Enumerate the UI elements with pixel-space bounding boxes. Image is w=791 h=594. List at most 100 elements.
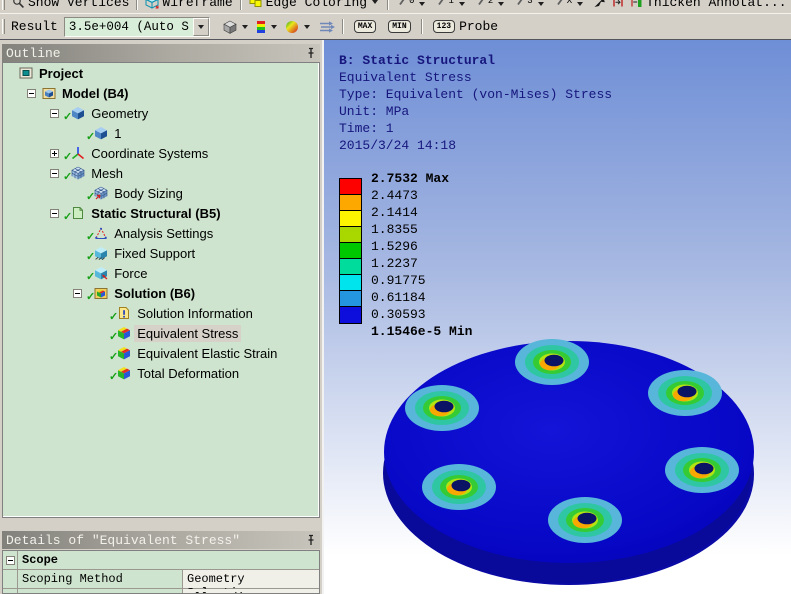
min-probe-button[interactable]: MIN: [382, 20, 416, 33]
tree-item-project[interactable]: Project: [3, 63, 319, 83]
tree-item-force[interactable]: ✓ Force: [3, 263, 319, 283]
toolbar-grip[interactable]: [2, 19, 5, 34]
tree-item-analysis-settings[interactable]: ✓ Analysis Settings: [3, 223, 319, 243]
chevron-down-icon: [270, 24, 277, 29]
details-key: Scoping Method: [18, 570, 183, 588]
tree-item-geometry[interactable]: ✓ Geometry: [3, 103, 319, 123]
probe-button[interactable]: 123 Probe: [427, 19, 501, 34]
result-scale-combobox[interactable]: 3.5e+004 (Auto S: [63, 16, 210, 37]
check-icon: ✓: [109, 370, 119, 383]
thicken-annotations-label: Thicken Annotat...: [646, 0, 787, 10]
details-gutter: [3, 589, 18, 593]
pin-icon[interactable]: [306, 534, 316, 546]
details-row: Scope: [3, 551, 319, 570]
tree-item-total-deformation[interactable]: ✓ Total Deformation: [3, 363, 319, 383]
tree-item-equivalent-stress[interactable]: ✓ Equivalent Stress: [3, 323, 319, 343]
details-value[interactable]: Geometry Selection: [183, 570, 319, 593]
edge-coloring-button[interactable]: Edge Coloring: [246, 0, 383, 10]
edge-option-1-button[interactable]: 1: [434, 0, 469, 6]
tree-item-label: Model (B4): [62, 85, 129, 101]
solution-icon: [94, 286, 108, 300]
contour-display-button[interactable]: [282, 20, 315, 34]
plus-expander-icon[interactable]: [50, 148, 59, 158]
edge-option-3-button[interactable]: 3: [513, 0, 548, 6]
pen-icon: [516, 0, 526, 6]
tree-item-equivalent-elastic-strain[interactable]: ✓ Equivalent Elastic Strain: [3, 343, 319, 363]
bolt-hole-stress-spot: [422, 464, 496, 510]
toolbar-row-1: Show Vertices Wireframe Edge Coloring 0 1…: [0, 0, 791, 13]
edge-option-0-button[interactable]: 0: [395, 0, 430, 6]
outline-pane-header[interactable]: Outline: [2, 44, 320, 62]
minus-expander-icon[interactable]: [50, 168, 59, 178]
legend-label: 2.7532 Max: [371, 171, 450, 186]
details-pane: Details of "Equivalent Stress" Scope Scop…: [2, 531, 320, 594]
wireframe-button[interactable]: Wireframe: [142, 0, 235, 10]
contour-bands-icon: [256, 20, 266, 34]
legend-label: 1.8355: [371, 222, 418, 237]
geometry-display-button[interactable]: [220, 20, 253, 34]
vector-display-button[interactable]: [315, 20, 338, 34]
pen-number-label: 3: [527, 0, 533, 6]
result-scale-dropdown-button[interactable]: [192, 17, 209, 36]
tree-item-fixed-support[interactable]: ✓ Fixed Support: [3, 243, 319, 263]
stress-model-disc[interactable]: [324, 320, 791, 594]
details-value[interactable]: All Bodies: [183, 589, 319, 593]
check-icon: ✓: [63, 210, 73, 223]
tree-item-model-b4[interactable]: Model (B4): [3, 83, 319, 103]
tree-item-label: Static Structural (B5): [91, 205, 221, 221]
tree-item-mesh[interactable]: ✓ Mesh: [3, 163, 319, 183]
tree-item-static-structural-b5[interactable]: ✓ Static Structural (B5): [3, 203, 319, 223]
bolt-hole-stress-spot: [648, 370, 722, 416]
tree-item-label: Force: [114, 265, 148, 281]
show-vertices-label: Show Vertices: [28, 0, 130, 10]
toolbar-separator: [420, 19, 423, 34]
check-icon: ✓: [109, 330, 119, 343]
details-pane-header[interactable]: Details of "Equivalent Stress": [2, 531, 320, 549]
pen-number-label: 1: [448, 0, 454, 6]
tree-item-1[interactable]: ✓ 1: [3, 123, 319, 143]
annotation-bars-button[interactable]: [609, 0, 627, 8]
pin-icon[interactable]: [306, 47, 316, 59]
minus-expander-icon[interactable]: [50, 108, 59, 118]
tree-item-body-sizing[interactable]: ✓ Body Sizing: [3, 183, 319, 203]
direction-arrow-button[interactable]: [590, 0, 609, 8]
result-icon: [117, 326, 131, 340]
result-annotation: B: Static Structural Equivalent Stress Typ…: [339, 52, 612, 154]
toolbar-grip[interactable]: [2, 0, 5, 10]
annotation-line: B: Static Structural: [339, 53, 496, 68]
show-vertices-button[interactable]: Show Vertices: [9, 0, 132, 10]
details-row: GeometryAll Bodies: [3, 589, 319, 593]
edge-option-X-button[interactable]: X: [553, 0, 588, 6]
tree-item-solution-information[interactable]: ✓ Solution Information: [3, 303, 319, 323]
vector-display-icon: [318, 20, 335, 34]
pen-number-label: 2: [487, 0, 494, 6]
edge-option-2-button[interactable]: 2: [474, 0, 509, 6]
contour-bands-button[interactable]: [253, 20, 282, 34]
max-probe-button[interactable]: MAX: [348, 20, 382, 33]
wireframe-icon: [145, 0, 159, 9]
minus-expander-icon[interactable]: [50, 208, 59, 218]
coordsys-icon: [71, 146, 85, 160]
chevron-down-icon: [577, 2, 584, 6]
graphics-viewport[interactable]: B: Static Structural Equivalent Stress Typ…: [322, 40, 791, 594]
toolbar-separator: [387, 0, 390, 10]
bolt-hole-stress-spot: [405, 385, 479, 431]
minus-expander-icon[interactable]: [27, 88, 36, 98]
thicken-annotations-button[interactable]: Thicken Annotat...: [627, 0, 789, 10]
legend-label: 0.61184: [371, 290, 426, 305]
details-gutter[interactable]: [3, 551, 18, 569]
tree-item-solution-b6[interactable]: ✓ Solution (B6): [3, 283, 319, 303]
minus-expander-icon[interactable]: [73, 288, 82, 298]
probe-123-icon: 123: [432, 20, 456, 33]
details-key: Geometry: [18, 589, 183, 593]
check-icon: ✓: [109, 350, 119, 363]
tree-item-coordinate-systems[interactable]: ✓ Coordinate Systems: [3, 143, 319, 163]
probe-label: Probe: [459, 19, 499, 34]
check-icon: ✓: [86, 290, 96, 303]
outline-pane: Outline Project Model (B4) ✓ Geometry ✓ 1 ✓ Coo…: [2, 44, 320, 518]
tree-item-label: Mesh: [91, 165, 124, 181]
bolt-hole-stress-spot: [548, 497, 622, 543]
analysis-icon: [94, 226, 108, 240]
